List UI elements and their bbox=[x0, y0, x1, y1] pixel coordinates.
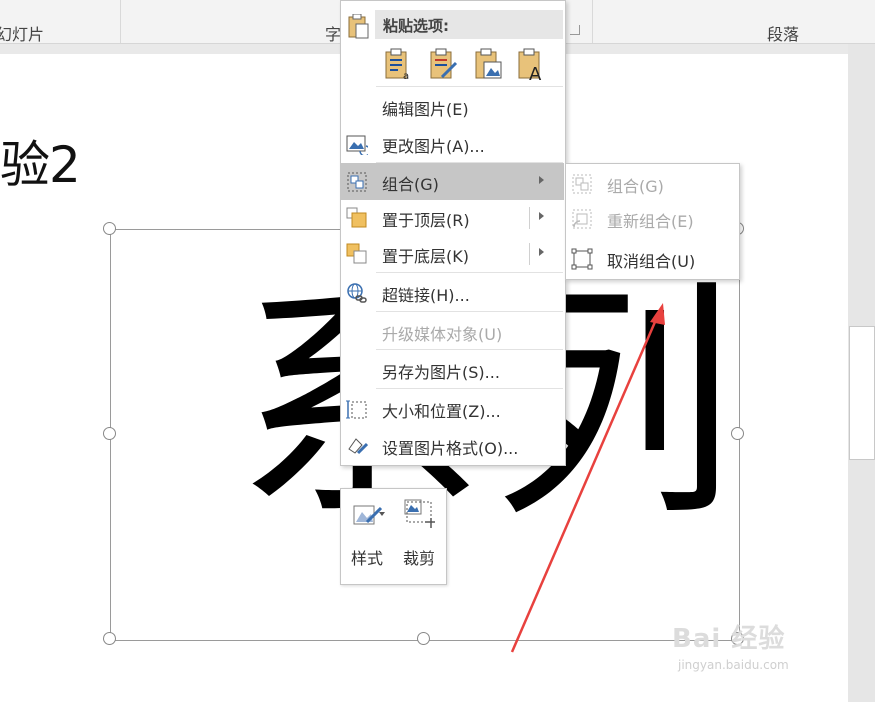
submenu-arrow-icon bbox=[539, 176, 544, 184]
bring-to-front-icon bbox=[346, 207, 367, 228]
mini-toolbar: 样式 裁剪 bbox=[340, 488, 447, 585]
ribbon-group-paragraph-label: 段落 bbox=[767, 25, 800, 44]
submenu-arrow-icon[interactable] bbox=[539, 212, 544, 220]
split-separator bbox=[529, 243, 530, 265]
menu-item-save-as-picture[interactable]: 另存为图片(S)... bbox=[341, 351, 564, 388]
paste-text-only-icon[interactable]: A bbox=[516, 47, 546, 81]
resize-handle-bottom-middle[interactable] bbox=[417, 632, 430, 645]
menu-item-change-picture[interactable]: 更改图片(A)... bbox=[341, 125, 564, 162]
menu-separator bbox=[376, 272, 563, 273]
submenu-item-group: 组合(G) bbox=[566, 165, 738, 202]
ribbon-group-slides-label: 幻灯片 bbox=[0, 25, 45, 44]
resize-handle-middle-right[interactable] bbox=[731, 427, 744, 440]
resize-handle-middle-left[interactable] bbox=[103, 427, 116, 440]
paste-keep-text-icon[interactable]: a bbox=[383, 47, 413, 81]
style-button[interactable]: 样式 bbox=[341, 489, 393, 584]
menu-separator bbox=[376, 311, 563, 312]
split-separator bbox=[529, 207, 530, 229]
resize-handle-top-left[interactable] bbox=[103, 222, 116, 235]
menu-separator bbox=[376, 388, 563, 389]
menu-item-edit-picture[interactable]: 编辑图片(E) bbox=[341, 88, 564, 125]
ribbon-separator bbox=[120, 0, 121, 43]
regroup-icon bbox=[572, 209, 592, 229]
group-icon bbox=[347, 172, 367, 192]
paste-icon bbox=[348, 14, 369, 39]
crop-icon bbox=[404, 499, 435, 528]
baidu-watermark: Bai 经验 jingyan.baidu.com bbox=[672, 618, 789, 672]
watermark-url: jingyan.baidu.com bbox=[678, 658, 789, 672]
paste-picture-icon[interactable] bbox=[473, 47, 503, 81]
submenu-item-regroup: 重新组合(E) bbox=[566, 200, 738, 237]
menu-item-format-picture[interactable]: 设置图片格式(O)... bbox=[341, 427, 564, 464]
change-picture-icon bbox=[346, 135, 368, 155]
hyperlink-icon bbox=[347, 283, 367, 303]
submenu-arrow-icon[interactable] bbox=[539, 248, 544, 256]
menu-item-upgrade-media: 升级媒体对象(U) bbox=[382, 325, 503, 344]
paste-options-label: 粘贴选项: bbox=[383, 17, 449, 35]
crop-button[interactable]: 裁剪 bbox=[393, 489, 445, 584]
svg-text:a: a bbox=[403, 71, 409, 81]
ungroup-icon bbox=[571, 248, 593, 270]
picture-style-icon bbox=[353, 505, 385, 525]
menu-separator bbox=[376, 349, 563, 350]
menu-item-group[interactable]: 组合(G) bbox=[341, 163, 564, 200]
menu-item-size-position[interactable]: 大小和位置(Z)... bbox=[341, 390, 564, 427]
group-icon bbox=[572, 174, 592, 194]
submenu-item-ungroup[interactable]: 取消组合(U) bbox=[566, 240, 738, 277]
ribbon-separator bbox=[592, 0, 593, 43]
ribbon-group-font-label: 字 bbox=[325, 25, 342, 44]
resize-handle-bottom-left[interactable] bbox=[103, 632, 116, 645]
size-position-icon bbox=[346, 400, 367, 419]
watermark-brand: Bai 经验 bbox=[672, 624, 786, 654]
font-dialog-launcher-icon[interactable] bbox=[570, 25, 580, 35]
menu-item-hyperlink[interactable]: 超链接(H)... bbox=[341, 274, 564, 311]
slide-title: 验2 bbox=[0, 136, 81, 194]
menu-item-bring-to-front[interactable]: 置于顶层(R) bbox=[341, 199, 564, 236]
menu-separator bbox=[376, 86, 563, 87]
svg-text:A: A bbox=[529, 64, 542, 81]
send-to-back-icon bbox=[346, 243, 367, 264]
paste-format-icon[interactable] bbox=[428, 47, 458, 81]
format-picture-icon bbox=[348, 438, 368, 455]
scrollbar-thumb[interactable] bbox=[849, 326, 875, 460]
menu-item-send-to-back[interactable]: 置于底层(K) bbox=[341, 235, 564, 272]
paste-options-header: 粘贴选项: bbox=[375, 10, 563, 39]
